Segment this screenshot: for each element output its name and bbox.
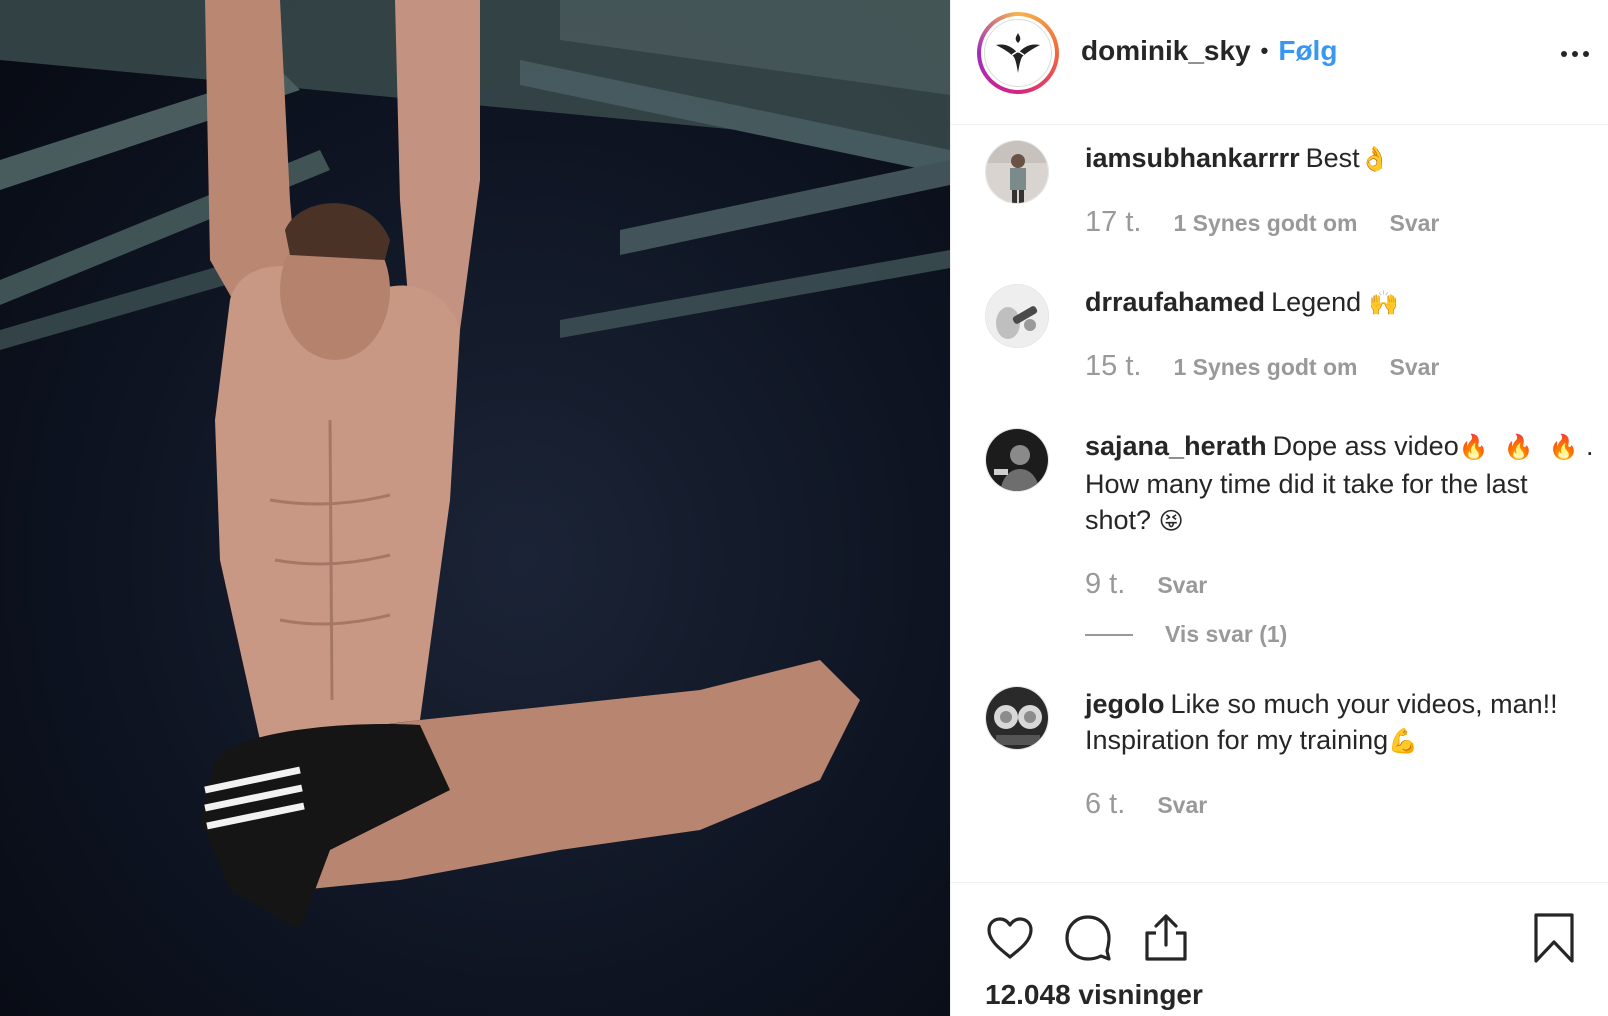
ok-hand-emoji: 👌: [1359, 146, 1390, 173]
reply-button[interactable]: Svar: [1157, 572, 1207, 599]
comment-time[interactable]: 15 t.: [1085, 350, 1141, 383]
comment-body: Best: [1305, 143, 1360, 173]
comment-text: iamsubhankarrrr Best👌: [1085, 140, 1595, 178]
comment-meta: 17 t. 1 Synes godt om Svar: [1085, 206, 1595, 239]
post-owner-line: dominik_sky • Følg: [1081, 35, 1337, 67]
replies-divider: [1085, 633, 1133, 636]
post-media-video[interactable]: [0, 0, 950, 1016]
post-header: dominik_sky • Følg: [951, 0, 1608, 125]
reply-button[interactable]: Svar: [1389, 354, 1439, 381]
comment-meta: 6 t. Svar: [1085, 788, 1595, 821]
user-photo-icon: [986, 285, 1048, 347]
comment-text: jegolo Like so much your videos, man!! In…: [1085, 686, 1595, 760]
view-replies-button[interactable]: Vis svar (1): [1085, 621, 1595, 648]
comment-icon[interactable]: [1061, 911, 1115, 965]
comment-likes[interactable]: 1 Synes godt om: [1173, 210, 1357, 237]
user-photo-icon: [986, 141, 1048, 203]
owner-avatar-story-ring[interactable]: [977, 12, 1059, 94]
fire-emoji: 🔥: [1548, 434, 1579, 461]
view-count[interactable]: 12.048 visninger: [985, 979, 1203, 1011]
share-icon[interactable]: [1139, 911, 1193, 965]
comment-meta: 9 t. Svar: [1085, 568, 1595, 601]
comment-username[interactable]: drraufahamed: [1085, 287, 1265, 317]
owner-username[interactable]: dominik_sky: [1081, 35, 1251, 67]
comment-username[interactable]: jegolo: [1085, 689, 1165, 719]
reply-button[interactable]: Svar: [1157, 792, 1207, 819]
comment-time[interactable]: 6 t.: [1085, 788, 1125, 821]
fire-emoji: 🔥: [1503, 434, 1534, 461]
comment-text: sajana_herath Dope ass video🔥 🔥 🔥 . How m…: [1085, 428, 1595, 540]
flexed-biceps-emoji: 💪: [1388, 728, 1419, 755]
comment-username[interactable]: iamsubhankarrrr: [1085, 143, 1300, 173]
commenter-avatar[interactable]: [985, 686, 1049, 750]
comment-time[interactable]: 9 t.: [1085, 568, 1125, 601]
comment-meta: 15 t. 1 Synes godt om Svar: [1085, 350, 1595, 383]
phoenix-logo-icon: [996, 33, 1040, 73]
commenter-avatar[interactable]: [985, 428, 1049, 492]
commenter-avatar[interactable]: [985, 140, 1049, 204]
commenter-avatar[interactable]: [985, 284, 1049, 348]
more-options-icon[interactable]: [1555, 40, 1595, 68]
user-photo-icon: [986, 429, 1048, 491]
fire-emoji: 🔥: [1458, 434, 1489, 461]
comment-body: Legend: [1271, 287, 1362, 317]
comment-body: Dope ass video: [1272, 431, 1459, 461]
user-photo-icon: [986, 687, 1048, 749]
follow-button[interactable]: Følg: [1278, 35, 1337, 67]
squinting-tongue-emoji: 😝: [1158, 508, 1184, 535]
owner-avatar: [984, 19, 1052, 87]
heart-icon[interactable]: [983, 911, 1037, 965]
post-detail-panel: dominik_sky • Følg iamsubhankarrrr Best👌…: [950, 0, 1608, 1016]
post-actions-bar: 12.048 visninger: [951, 882, 1608, 1016]
owner-separator: •: [1260, 38, 1269, 63]
media-illustration: [0, 0, 950, 930]
comment-username[interactable]: sajana_herath: [1085, 431, 1267, 461]
reply-button[interactable]: Svar: [1389, 210, 1439, 237]
comments-list[interactable]: iamsubhankarrrr Best👌 17 t. 1 Synes godt …: [951, 126, 1608, 881]
comment-likes[interactable]: 1 Synes godt om: [1173, 354, 1357, 381]
raising-hands-emoji: 🙌: [1368, 290, 1399, 317]
comment-time[interactable]: 17 t.: [1085, 206, 1141, 239]
bookmark-icon[interactable]: [1527, 911, 1581, 965]
comment-text: drraufahamed Legend 🙌: [1085, 284, 1595, 322]
view-replies-label: Vis svar (1): [1165, 621, 1288, 647]
